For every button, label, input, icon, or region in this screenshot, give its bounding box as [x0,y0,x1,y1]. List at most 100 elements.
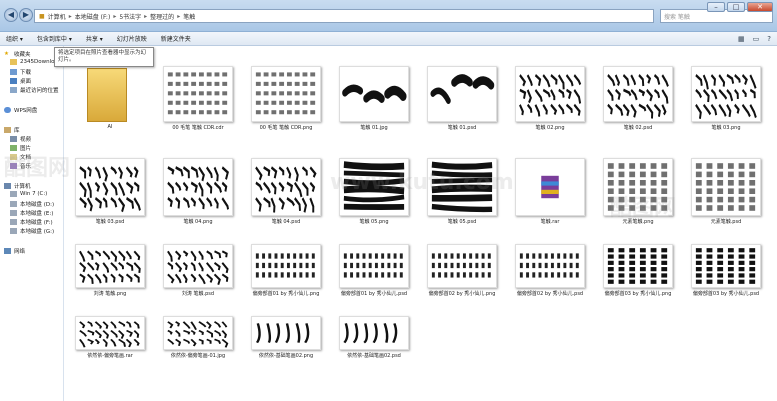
file-item[interactable]: 偏旁部首02 by 秀小仙儿.psd [507,242,593,302]
file-item[interactable]: 笔触 02.psd [595,64,681,136]
nav-favorites[interactable]: ★ 收藏夹 [4,50,31,58]
include-in-library-button[interactable]: 包含到库中 ▾ [37,34,72,43]
forward-button[interactable]: ▶ [19,8,33,22]
file-thumbnail [339,244,409,288]
breadcrumb-drive[interactable]: 本地磁盘 (F:) [75,12,111,21]
breadcrumb-folder-2[interactable]: 整理过的 [150,12,174,21]
file-item[interactable]: 00 毛笔 笔触 CDR.png [243,64,329,136]
file-name: 笔触 02.png [535,125,565,131]
nav-wps-cloud[interactable]: WPS网盘 [4,106,37,114]
nav-item-drive-d[interactable]: 本地磁盘 (D:) [10,200,54,208]
file-name: 偏旁部首03 by 秀小仙儿.psd [692,291,760,297]
nav-item-downloads[interactable]: 下载 [10,68,31,76]
file-name: 笔触 04.png [183,219,213,225]
file-thumbnail [603,244,673,288]
file-thumbnail [163,158,233,216]
video-icon [10,136,17,142]
file-name: 笔触 02.psd [623,125,653,131]
file-item[interactable]: 偏旁部首03 by 秀小仙儿.psd [683,242,769,302]
file-item[interactable]: 元素笔触.psd [683,156,769,230]
file-thumbnail [251,244,321,288]
file-thumbnail [163,316,233,350]
nav-item-desktop[interactable]: 桌面 [10,77,31,85]
file-item[interactable]: 笔触.rar [507,156,593,230]
file-thumbnail [75,316,145,350]
help-icon[interactable]: ? [767,35,771,43]
file-item[interactable]: 笔触 03.psd [67,156,153,230]
drive-icon [10,210,17,216]
nav-computer[interactable]: 计算机 [4,182,31,190]
file-item[interactable]: 依然依-偏旁笔画-01.jpg [155,314,241,364]
minimize-button[interactable]: – [707,2,725,12]
nav-item-drive-e[interactable]: 本地磁盘 (E:) [10,209,53,217]
file-thumbnail [163,66,233,122]
file-item[interactable]: 偏旁部首02 by 秀小仙儿.png [419,242,505,302]
file-item[interactable]: AI [67,64,153,136]
file-item[interactable]: 依然依-基础笔画02.psd [331,314,417,364]
nav-network[interactable]: 网络 [4,247,25,255]
file-item[interactable]: 偏旁部首03 by 秀小仙儿.png [595,242,681,302]
file-item[interactable]: 00 毛笔 笔触 CDR.cdr [155,64,241,136]
watermark: 酷图网 [610,196,677,221]
file-item[interactable]: 笔触 04.psd [243,156,329,230]
file-item[interactable]: 依然依-基础笔画02.png [243,314,329,364]
file-thumbnail [691,158,761,216]
navigation-pane: ★ 收藏夹 2345Downloads 下载 桌面 最近访问的位置 WPS网盘 库… [0,46,64,401]
computer-icon [4,183,11,189]
nav-item-recent[interactable]: 最近访问的位置 [10,86,59,94]
file-thumbnail [691,244,761,288]
breadcrumb-folder-1[interactable]: 5书法字 [119,12,141,21]
breadcrumb-folder-3[interactable]: 笔触 [183,12,195,21]
title-bar: ◀ ▶ ■ 计算机 ▸ 本地磁盘 (F:) ▸ 5书法字 ▸ 整理过的 ▸ 笔触 搜索 … [0,0,777,32]
file-item[interactable]: 笔触 01.psd [419,64,505,136]
nav-item-drive-g[interactable]: 本地磁盘 (G:) [10,227,54,235]
slideshow-button[interactable]: 幻灯片放映 [117,34,147,43]
back-button[interactable]: ◀ [4,8,18,22]
file-thumbnail [75,244,145,288]
file-item[interactable]: 偏旁部首01 by 秀小仙儿.psd [331,242,417,302]
file-item[interactable]: 刘涛 笔触.psd [155,242,241,302]
breadcrumb-computer[interactable]: 计算机 [48,12,66,21]
file-thumbnail [515,244,585,288]
address-bar[interactable]: ■ 计算机 ▸ 本地磁盘 (F:) ▸ 5书法字 ▸ 整理过的 ▸ 笔触 [34,9,654,23]
nav-item-drive-f[interactable]: 本地磁盘 (F:) [10,218,53,226]
file-name: 笔触.rar [540,219,560,225]
recent-places-icon [10,87,17,93]
file-name: 依然依-偏旁笔画-01.jpg [170,353,226,359]
drive-icon [10,201,17,207]
file-thumbnail [251,66,321,122]
file-thumbnail [691,66,761,122]
preview-pane-icon[interactable]: ▭ [753,35,760,43]
new-folder-button[interactable]: 新建文件夹 [161,34,191,43]
file-thumbnail [427,66,497,122]
file-name: 00 毛笔 笔触 CDR.cdr [172,125,224,131]
file-thumbnail [427,244,497,288]
file-item[interactable]: 偏旁部首01 by 秀小仙儿.png [243,242,329,302]
file-thumbnail [251,316,321,350]
close-button[interactable]: ✕ [747,2,773,12]
share-button[interactable]: 共享 ▾ [86,34,103,43]
file-name: 依然依-基础笔画02.png [258,353,314,359]
file-item[interactable]: 笔触 01.jpg [331,64,417,136]
maximize-button[interactable]: □ [727,2,745,12]
file-name: 笔触 03.png [711,125,741,131]
folder-icon [10,59,17,65]
file-name: 偏旁部首03 by 秀小仙儿.png [604,291,672,297]
file-name: 依然依-偏旁笔画.rar [87,353,133,359]
file-name: 笔触 03.psd [95,219,125,225]
file-item[interactable]: 笔触 03.png [683,64,769,136]
organize-button[interactable]: 组织 ▾ [6,34,23,43]
file-item[interactable]: 笔触 02.png [507,64,593,136]
view-options-icon[interactable]: ▦ [738,35,745,43]
nav-libraries[interactable]: 库 [4,126,20,134]
file-item[interactable]: 依然依-偏旁笔画.rar [67,314,153,364]
file-name: 笔触 04.psd [271,219,301,225]
nav-item-videos[interactable]: 视频 [10,135,31,143]
desktop-icon [10,78,17,84]
file-item[interactable]: 刘涛 笔触.png [67,242,153,302]
file-thumbnail [603,66,673,122]
file-name: 刘涛 笔触.png [93,291,127,297]
file-thumbnail [515,66,585,122]
nav-item-drive-c[interactable]: Win 7 (C:) [10,191,47,197]
file-item[interactable]: 笔触 04.png [155,156,241,230]
